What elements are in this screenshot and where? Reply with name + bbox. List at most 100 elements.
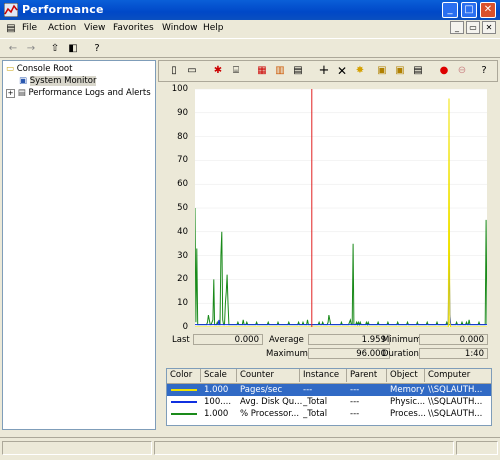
logs-icon: ▤ — [17, 88, 26, 98]
status-pane-2 — [154, 441, 454, 455]
counter-legend: Color Scale Counter Instance Parent Obje… — [166, 368, 492, 426]
counter-color-swatch — [171, 389, 197, 391]
y-tick-label: 40 — [177, 226, 188, 237]
average-label: Average — [269, 335, 304, 345]
performance-chart[interactable] — [195, 89, 487, 327]
table-row[interactable]: 1.000 % Processor... _Total --- Proces... \\S… — [167, 408, 491, 420]
main-toolbar: ← → ⇧ ◧ ? — [0, 38, 500, 58]
table-row[interactable]: 1.000 Pages/sec --- --- Memory \\SQLAUTH... — [167, 384, 491, 396]
monitor-help-icon[interactable]: ? — [477, 64, 491, 78]
console-tree: ▭ Console Root ▣ System Monitor + ▤ Perf… — [2, 60, 156, 430]
cell-counter: Pages/sec — [240, 385, 283, 395]
delete-counter-icon[interactable]: ✕ — [335, 64, 349, 78]
menu-window[interactable]: Window — [162, 23, 198, 33]
maximize-button[interactable]: □ — [461, 2, 477, 18]
view-log-data-icon[interactable]: ⌸ — [229, 64, 243, 78]
console-icon[interactable]: ▤ — [4, 22, 18, 35]
help-icon[interactable]: ? — [90, 42, 104, 55]
copy-properties-icon[interactable]: ▣ — [375, 64, 389, 78]
tree-item-label: Performance Logs and Alerts — [28, 88, 151, 98]
menu-action[interactable]: Action — [48, 23, 76, 33]
mdi-controls: _ ▭ ✕ — [448, 21, 496, 34]
y-tick-label: 90 — [177, 107, 188, 118]
status-bar — [0, 437, 500, 460]
minimize-button[interactable]: _ — [442, 2, 458, 18]
title-bar[interactable]: Performance _ □ ✕ — [0, 0, 500, 20]
statistics-panel: Last 0.000 Average 1.959 Minimum 0.000 M… — [158, 331, 498, 361]
tree-item-system-monitor[interactable]: ▣ System Monitor — [19, 75, 97, 87]
duration-label: Duration — [382, 349, 419, 359]
up-folder-icon[interactable]: ⇧ — [48, 42, 62, 55]
menu-view[interactable]: View — [84, 23, 105, 33]
last-label: Last — [172, 335, 190, 345]
header-parent[interactable]: Parent — [347, 369, 387, 382]
system-monitor-pane: ▯ ▭ ✱ ⌸ ▦ ▥ ▤ + ✕ ✸ ▣ ▣ ▤ ● ⊖ ? 100 90 80 7… — [158, 60, 498, 430]
cell-instance: --- — [303, 385, 313, 395]
y-tick-label: 60 — [177, 179, 188, 190]
properties-icon[interactable]: ▤ — [411, 64, 425, 78]
counter-color-swatch — [171, 413, 197, 415]
back-arrow-icon[interactable]: ← — [6, 42, 20, 55]
show-hide-tree-icon[interactable]: ◧ — [66, 42, 80, 55]
legend-header: Color Scale Counter Instance Parent Obje… — [167, 369, 491, 384]
window-title: Performance — [22, 3, 104, 16]
mdi-restore-button[interactable]: ▭ — [466, 21, 480, 34]
mdi-close-button[interactable]: ✕ — [482, 21, 496, 34]
header-color[interactable]: Color — [167, 369, 201, 382]
update-data-icon[interactable]: ⊖ — [455, 64, 469, 78]
header-computer[interactable]: Computer — [425, 369, 491, 382]
mdi-minimize-button[interactable]: _ — [450, 21, 464, 34]
paste-counter-list-icon[interactable]: ▣ — [393, 64, 407, 78]
menu-favorites[interactable]: Favorites — [113, 23, 154, 33]
cell-scale: 100.... — [204, 397, 232, 407]
header-scale[interactable]: Scale — [201, 369, 237, 382]
cell-counter: Avg. Disk Qu... — [240, 397, 303, 407]
average-value: 1.959 — [308, 334, 390, 345]
tree-item-console-root[interactable]: ▭ Console Root — [6, 63, 72, 75]
cell-parent: --- — [350, 397, 360, 407]
y-tick-label: 20 — [177, 274, 188, 285]
minimum-value: 0.000 — [419, 334, 488, 345]
cell-counter: % Processor... — [240, 409, 300, 419]
freeze-display-icon[interactable]: ● — [437, 64, 451, 78]
y-tick-label: 70 — [177, 155, 188, 166]
series-line-0 — [195, 207, 487, 327]
menu-file[interactable]: File — [22, 23, 37, 33]
y-tick-label: 50 — [177, 203, 188, 213]
menu-help[interactable]: Help — [203, 23, 224, 33]
maximum-label: Maximum — [266, 349, 308, 359]
close-button[interactable]: ✕ — [480, 2, 496, 18]
y-tick-label: 80 — [177, 131, 188, 142]
view-report-icon[interactable]: ▤ — [291, 64, 305, 78]
tree-item-performance-logs[interactable]: + ▤ Performance Logs and Alerts — [6, 87, 151, 99]
highlight-icon[interactable]: ✸ — [353, 64, 367, 78]
table-row[interactable]: 100.... Avg. Disk Qu... _Total --- Physic...… — [167, 396, 491, 408]
series-line-1 — [195, 248, 487, 326]
view-graph-icon[interactable]: ▦ — [255, 64, 269, 78]
view-histogram-icon[interactable]: ▥ — [273, 64, 287, 78]
header-object[interactable]: Object — [387, 369, 425, 382]
view-current-activity-icon[interactable]: ✱ — [211, 64, 225, 78]
cell-object: Memory — [390, 385, 425, 395]
tree-item-label: Console Root — [16, 64, 73, 74]
monitor-icon: ▣ — [19, 76, 28, 86]
new-counter-set-icon[interactable]: ▯ — [167, 64, 181, 78]
header-counter[interactable]: Counter — [237, 369, 300, 382]
cell-scale: 1.000 — [204, 409, 229, 419]
forward-arrow-icon[interactable]: → — [24, 42, 38, 55]
add-counter-icon[interactable]: + — [317, 64, 331, 78]
last-value: 0.000 — [193, 334, 263, 345]
cell-object: Physic... — [390, 397, 426, 407]
clear-display-icon[interactable]: ▭ — [185, 64, 199, 78]
performance-window: Performance _ □ ✕ ▤ File Action View Fav… — [0, 0, 500, 459]
monitor-toolbar: ▯ ▭ ✱ ⌸ ▦ ▥ ▤ + ✕ ✸ ▣ ▣ ▤ ● ⊖ ? — [158, 60, 498, 82]
header-instance[interactable]: Instance — [300, 369, 347, 382]
cell-object: Proces... — [390, 409, 426, 419]
cell-instance: _Total — [303, 397, 328, 407]
maximum-value: 96.000 — [308, 348, 390, 359]
cell-scale: 1.000 — [204, 385, 229, 395]
expand-icon[interactable]: + — [6, 89, 15, 98]
status-pane-3 — [456, 441, 498, 455]
tree-item-label: System Monitor — [29, 76, 97, 86]
cell-parent: --- — [350, 409, 360, 419]
